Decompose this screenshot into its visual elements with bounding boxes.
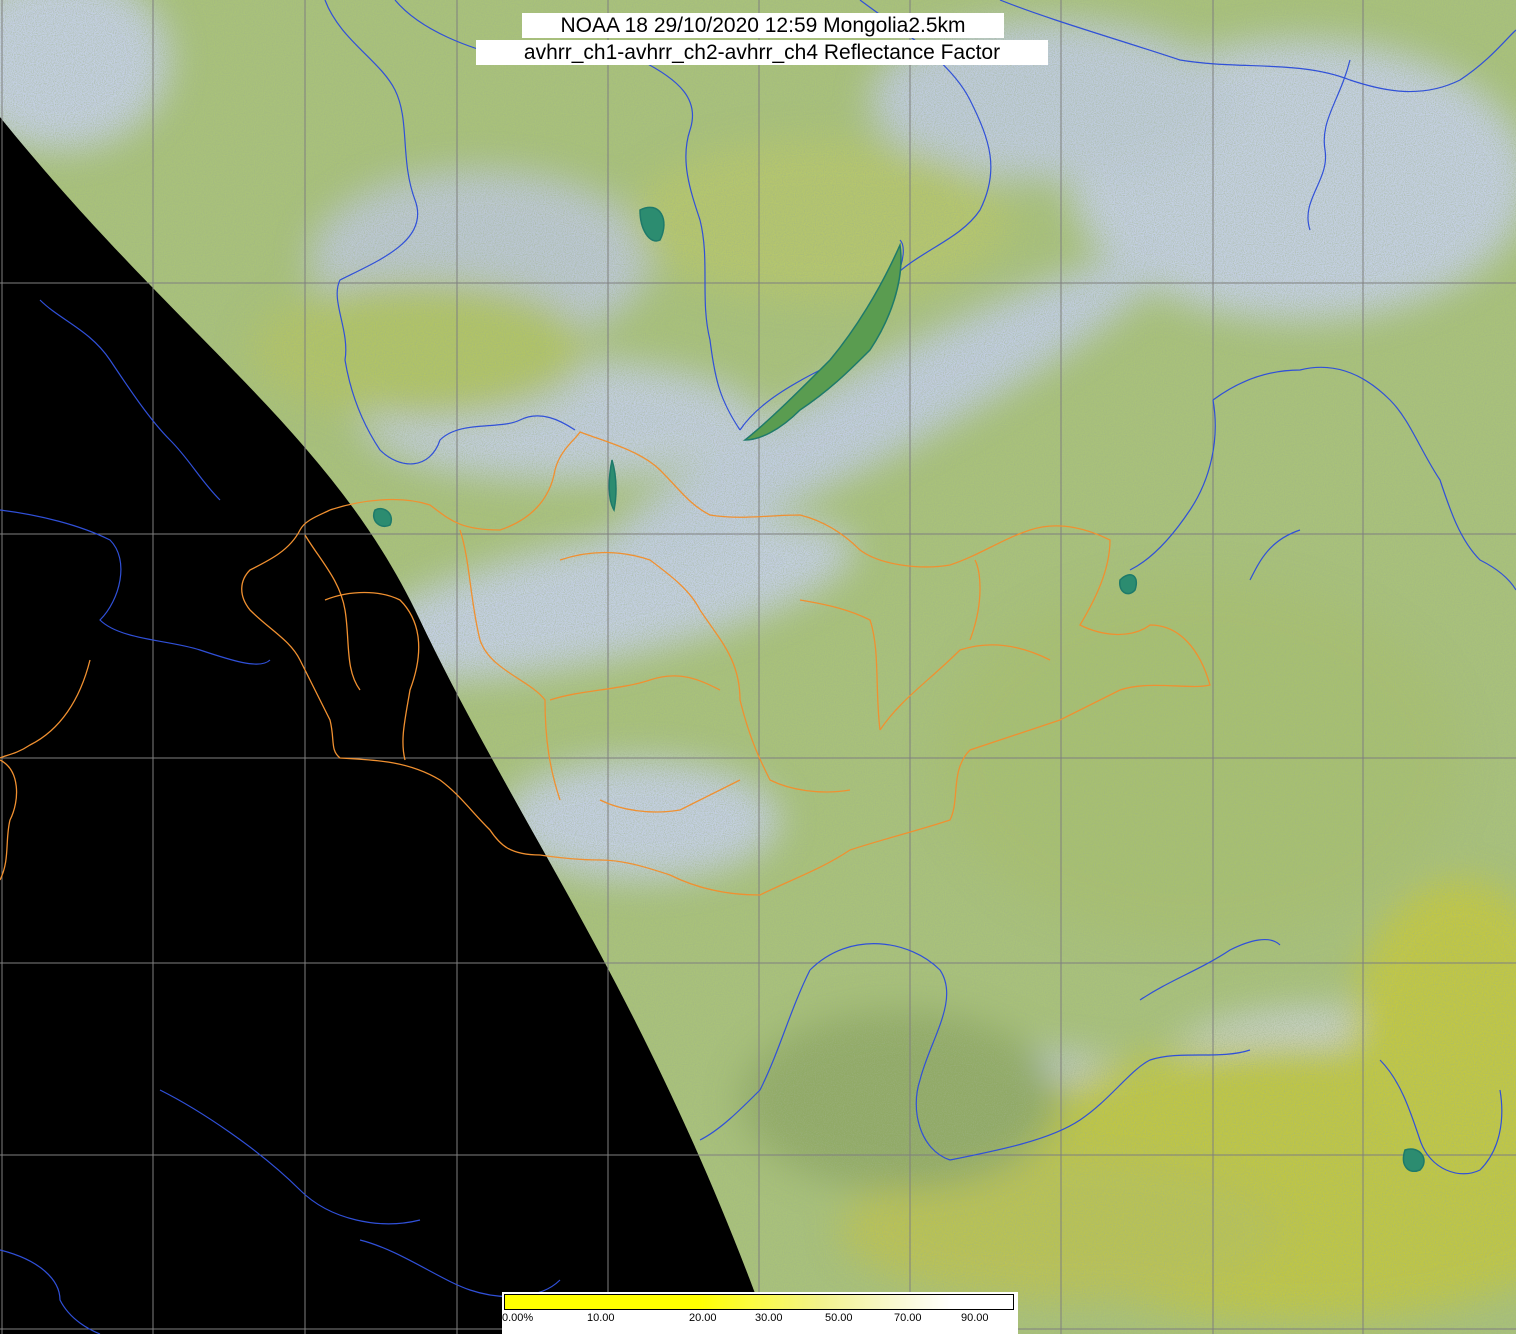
satellite-map [0, 0, 1516, 1334]
colorbar-label: 70.00 [894, 1312, 922, 1324]
colorbar-label: 90.00 [961, 1312, 989, 1324]
map-subtitle: avhrr_ch1-avhrr_ch2-avhrr_ch4 Reflectanc… [476, 40, 1048, 65]
colorbar-label: 30.00 [755, 1312, 783, 1324]
colorbar: 0.00% 10.00 20.00 30.00 50.00 70.00 90.0… [502, 1292, 1018, 1334]
colorbar-gradient [504, 1294, 1014, 1310]
colorbar-label: 10.00 [587, 1312, 615, 1324]
map-title: NOAA 18 29/10/2020 12:59 Mongolia2.5km [522, 13, 1004, 38]
colorbar-label: 20.00 [689, 1312, 717, 1324]
colorbar-label: 0.00% [502, 1312, 534, 1324]
colorbar-label: 50.00 [825, 1312, 853, 1324]
